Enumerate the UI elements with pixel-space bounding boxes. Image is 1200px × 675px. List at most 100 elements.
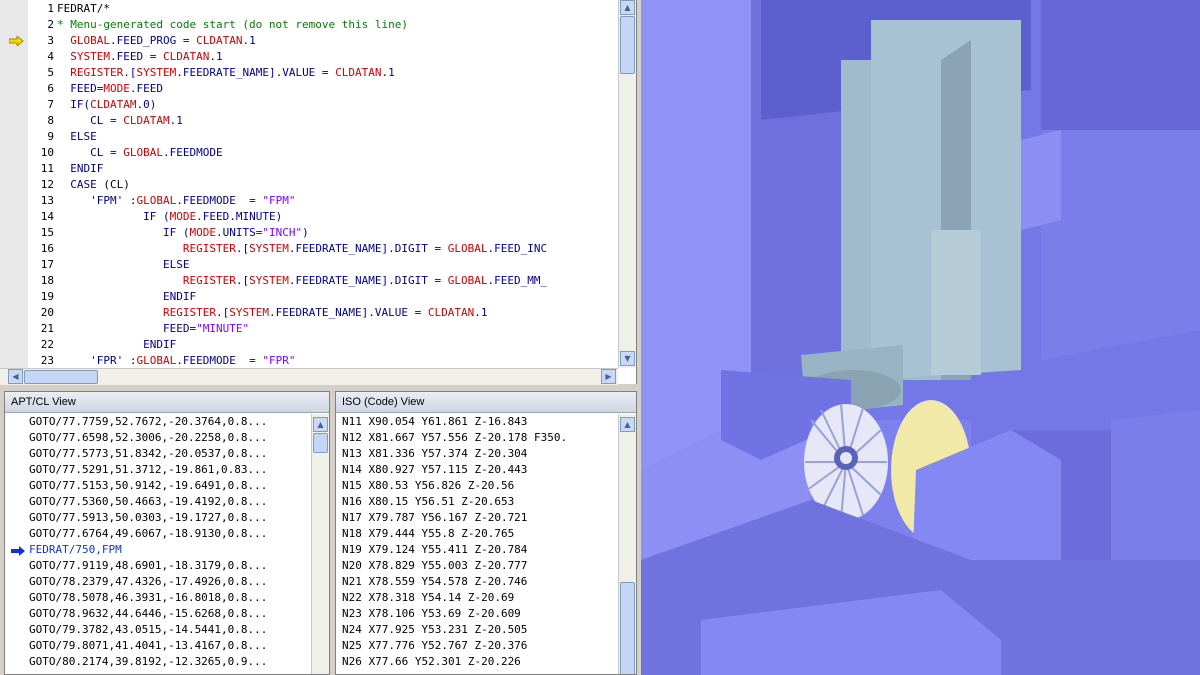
code-token: .FEED = — [110, 50, 163, 63]
apt-row-text: GOTO/78.5078,46.3931,-16.8018,0.8... — [29, 591, 268, 604]
line-number: 9 — [47, 130, 54, 143]
code-line[interactable]: 11 ENDIF — [0, 161, 618, 177]
iso-code-row[interactable]: N22 X78.318 Y54.14 Z-20.69 — [342, 590, 514, 606]
iso-code-row[interactable]: N17 X79.787 Y56.167 Z-20.721 — [342, 510, 527, 526]
code-line[interactable]: 6 FEED=MODE.FEED — [0, 81, 618, 97]
apt-row[interactable]: GOTO/80.2174,39.8192,-12.3265,0.9... — [5, 654, 311, 670]
code-token: .FEED.MINUTE) — [196, 210, 283, 223]
code-line[interactable]: 2 * Menu-generated code start (do not rem… — [0, 17, 618, 33]
editor-vertical-scrollbar[interactable]: ▲ ▼ — [618, 0, 636, 368]
iso-code-row[interactable]: N21 X78.559 Y54.578 Z-20.746 — [342, 574, 527, 590]
code-line[interactable]: 13 'FPM' :GLOBAL.FEEDMODE = "FPM" — [0, 193, 618, 209]
code-line[interactable]: 22 ENDIF — [0, 337, 618, 353]
code-line[interactable]: 16 REGISTER.[SYSTEM.FEEDRATE_NAME].DIGIT… — [0, 241, 618, 257]
line-number: 1 — [47, 2, 54, 15]
apt-current-row[interactable]: FEDRAT/750,FPM — [5, 542, 311, 558]
apt-row[interactable]: GOTO/78.2379,47.4326,-17.4926,0.8... — [5, 574, 311, 590]
iso-code-row[interactable]: N12 X81.667 Y57.556 Z-20.178 F350. — [342, 430, 567, 446]
scroll-thumb[interactable] — [620, 16, 635, 74]
apt-vertical-scrollbar[interactable]: ▲ — [311, 414, 329, 674]
apt-row[interactable]: GOTO/77.5773,51.8342,-20.0537,0.8... — [5, 446, 311, 462]
iso-code-row[interactable]: N14 X80.927 Y57.115 Z-20.443 — [342, 462, 527, 478]
code-text: IF (MODE.FEED.MINUTE) — [57, 209, 618, 225]
code-line[interactable]: 10 CL = GLOBAL.FEEDMODE — [0, 145, 618, 161]
machine-3d-scene — [641, 0, 1200, 675]
apt-row[interactable]: GOTO/77.5153,50.9142,-19.6491,0.8... — [5, 478, 311, 494]
code-line[interactable]: 14 IF (MODE.FEED.MINUTE) — [0, 209, 618, 225]
code-text: REGISTER.[SYSTEM.FEEDRATE_NAME].DIGIT = … — [57, 273, 618, 289]
line-number: 18 — [40, 274, 54, 287]
scroll-up-icon[interactable]: ▲ — [313, 417, 328, 432]
right-base — [1111, 410, 1200, 560]
scroll-left-icon[interactable]: ◀ — [8, 369, 23, 384]
code-token: .FEEDRATE_NAME].DIGIT = — [288, 242, 448, 255]
apt-row[interactable]: GOTO/78.5078,46.3931,-16.8018,0.8... — [5, 590, 311, 606]
iso-code-row[interactable]: N26 X77.66 Y52.301 Z-20.226 — [342, 654, 521, 670]
line-number: 12 — [40, 178, 54, 191]
apt-row[interactable]: GOTO/77.5360,50.4663,-19.4192,0.8... — [5, 494, 311, 510]
code-line[interactable]: 12 CASE (CL) — [0, 177, 618, 193]
iso-code-row[interactable]: N11 X90.054 Y61.861 Z-16.843 — [342, 414, 527, 430]
scroll-right-icon[interactable]: ▶ — [601, 369, 616, 384]
code-line[interactable]: 23 'FPR' :GLOBAL.FEEDMODE = "FPR" — [0, 353, 618, 369]
scroll-thumb[interactable] — [620, 582, 635, 674]
code-token: REGISTER — [182, 242, 236, 255]
iso-code-list[interactable]: N11 X90.054 Y61.861 Z-16.843 N12 X81.667 … — [336, 414, 618, 674]
apt-row[interactable]: GOTO/77.5291,51.3712,-19.861,0.83... — [5, 462, 311, 478]
code-token: SYSTEM — [136, 66, 177, 79]
iso-code-row[interactable]: N18 X79.444 Y55.8 Z-20.765 — [342, 526, 514, 542]
macro-code-editor[interactable]: 1 FEDRAT/* 2 * Menu-generated code start (d… — [0, 0, 637, 385]
scroll-thumb[interactable] — [313, 433, 328, 453]
iso-vertical-scrollbar[interactable]: ▲ — [618, 414, 636, 674]
apt-row[interactable]: GOTO/78.9632,44.6446,-15.6268,0.8... — [5, 606, 311, 622]
editor-horizontal-scrollbar[interactable]: ◀ ▶ — [0, 368, 618, 385]
code-line[interactable]: 4 SYSTEM.FEED = CLDATAN.1 — [0, 49, 618, 65]
code-line[interactable]: 8 CL = CLDATAM.1 — [0, 113, 618, 129]
apt-row[interactable]: GOTO/77.7759,52.7672,-20.3764,0.8... — [5, 414, 311, 430]
scroll-up-icon[interactable]: ▲ — [620, 0, 635, 15]
code-line[interactable]: 3 GLOBAL.FEED_PROG = CLDATAN.1 — [0, 33, 618, 49]
code-line[interactable]: 9 ELSE — [0, 129, 618, 145]
iso-code-row[interactable]: N20 X78.829 Y55.003 Z-20.777 — [342, 558, 527, 574]
code-line[interactable]: 1 FEDRAT/* — [0, 1, 618, 17]
iso-code-row[interactable]: N13 X81.336 Y57.374 Z-20.304 — [342, 446, 527, 462]
code-token: CL = — [90, 114, 124, 127]
code-line[interactable]: 7 IF(CLDATAM.0) — [0, 97, 618, 113]
code-token: FEED= — [70, 82, 104, 95]
right-bracket — [1021, 130, 1061, 230]
right-wall-panel — [1041, 130, 1200, 360]
line-number: 23 — [40, 354, 54, 367]
code-line[interactable]: 5 REGISTER.[SYSTEM.FEEDRATE_NAME].VALUE … — [0, 65, 618, 81]
code-line[interactable]: 18 REGISTER.[SYSTEM.FEEDRATE_NAME].DIGIT… — [0, 273, 618, 289]
code-line[interactable]: 21 FEED="MINUTE" — [0, 321, 618, 337]
apt-row[interactable]: GOTO/77.6764,49.6067,-18.9130,0.8... — [5, 526, 311, 542]
apt-cl-list[interactable]: GOTO/77.7759,52.7672,-20.3764,0.8... GOTO… — [5, 414, 311, 674]
iso-code-row[interactable]: N25 X77.776 Y52.767 Z-20.376 — [342, 638, 527, 654]
code-text: ENDIF — [57, 337, 618, 353]
scroll-down-icon[interactable]: ▼ — [620, 351, 635, 366]
iso-code-row[interactable]: N16 X80.15 Y56.51 Z-20.653 — [342, 494, 514, 510]
iso-code-row[interactable]: N23 X78.106 Y53.69 Z-20.609 — [342, 606, 521, 622]
machine-simulation-viewport[interactable] — [641, 0, 1200, 675]
apt-row[interactable]: GOTO/77.5913,50.0303,-19.1727,0.8... — [5, 510, 311, 526]
iso-code-row[interactable]: N24 X77.925 Y53.231 Z-20.505 — [342, 622, 527, 638]
line-number: 5 — [47, 66, 54, 79]
apt-row[interactable]: GOTO/77.6598,52.3006,-20.2258,0.8... — [5, 430, 311, 446]
iso-code-row[interactable]: N19 X79.124 Y55.411 Z-20.784 — [342, 542, 527, 558]
apt-row[interactable]: GOTO/79.3782,43.0515,-14.5441,0.8... — [5, 622, 311, 638]
code-line[interactable]: 20 REGISTER.[SYSTEM.FEEDRATE_NAME].VALUE… — [0, 305, 618, 321]
code-token: SYSTEM — [229, 306, 269, 319]
code-line[interactable]: 17 ELSE — [0, 257, 618, 273]
scroll-up-icon[interactable]: ▲ — [620, 417, 635, 432]
apt-row-text: GOTO/78.9632,44.6446,-15.6268,0.8... — [29, 607, 268, 620]
apt-row[interactable]: GOTO/77.9119,48.6901,-18.3179,0.8... — [5, 558, 311, 574]
code-token: SYSTEM — [70, 50, 110, 63]
code-text: 'FPM' :GLOBAL.FEEDMODE = "FPM" — [57, 193, 618, 209]
iso-code-row[interactable]: N15 X80.53 Y56.826 Z-20.56 — [342, 478, 514, 494]
code-line[interactable]: 19 ENDIF — [0, 289, 618, 305]
horizontal-scroll-thumb[interactable] — [24, 370, 98, 384]
apt-row[interactable]: GOTO/79.8071,41.4041,-13.4167,0.8... — [5, 638, 311, 654]
code-line[interactable]: 15 IF (MODE.UNITS="INCH") — [0, 225, 618, 241]
code-token: CLDATAN — [196, 34, 243, 47]
code-token: MODE — [169, 210, 197, 223]
